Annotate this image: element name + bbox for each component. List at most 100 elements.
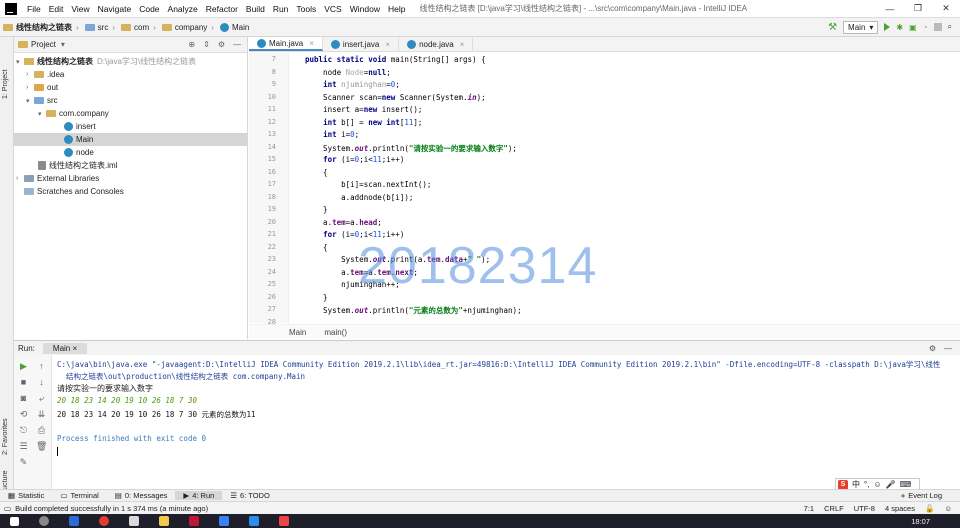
windows-start-icon[interactable] xyxy=(10,516,19,526)
menu-view[interactable]: View xyxy=(67,4,93,14)
close-tab-icon[interactable]: × xyxy=(385,40,390,49)
pin-icon[interactable]: ✎ xyxy=(18,457,29,468)
debug-icon[interactable]: ✱ xyxy=(896,23,903,32)
task-view-icon[interactable] xyxy=(69,516,79,526)
event-log-button[interactable]: ● Event Log xyxy=(893,491,960,500)
breadcrumb-class[interactable]: Main xyxy=(289,328,306,337)
lock-icon[interactable]: 🔓 xyxy=(925,504,934,513)
run-config-select[interactable]: Main ▾ xyxy=(843,20,879,34)
menu-run[interactable]: Run xyxy=(269,4,293,14)
scroll-to-end-icon[interactable]: ⇊ xyxy=(36,409,47,420)
tree-item-idea[interactable]: › .idea xyxy=(26,68,64,81)
layout-icon[interactable]: ☰ xyxy=(18,441,29,452)
microphone-icon[interactable]: 🎤 xyxy=(886,480,896,489)
tree-item-package[interactable]: ▾ com.company xyxy=(38,107,109,120)
tab-todo[interactable]: ☰ 6: TODO xyxy=(222,491,277,500)
tab-favorites[interactable]: 2: Favorites xyxy=(2,418,9,455)
tab-statistic[interactable]: ▦ Statistic xyxy=(0,491,52,500)
rerun-icon[interactable]: ▶ xyxy=(18,361,29,372)
breadcrumb-com[interactable]: com › xyxy=(118,23,159,32)
tree-item-scratches[interactable]: Scratches and Consoles xyxy=(24,185,124,198)
tab-main-java[interactable]: Main.java × xyxy=(249,37,323,51)
emoji-icon[interactable]: ☺ xyxy=(873,480,881,489)
profile-icon[interactable]: ◔ xyxy=(923,23,928,32)
up-arrow-icon[interactable]: ↑ xyxy=(36,361,47,372)
breadcrumb-src[interactable]: src › xyxy=(82,23,118,32)
tab-messages[interactable]: ▤ 0: Messages xyxy=(107,491,176,500)
project-title[interactable]: Project xyxy=(31,40,56,49)
chevron-down-icon[interactable]: ▾ xyxy=(61,40,65,49)
menu-code[interactable]: Code xyxy=(135,4,163,14)
file-explorer-icon[interactable] xyxy=(159,516,169,526)
tab-run[interactable]: ▶ 4: Run xyxy=(175,491,223,500)
app-icon[interactable] xyxy=(129,516,139,526)
search-icon[interactable] xyxy=(39,516,49,526)
menu-help[interactable]: Help xyxy=(384,4,409,14)
menu-edit[interactable]: Edit xyxy=(45,4,68,14)
line-separator[interactable]: CRLF xyxy=(824,504,844,513)
tree-item-external-libraries[interactable]: › External Libraries xyxy=(16,172,99,185)
menu-tools[interactable]: Tools xyxy=(292,4,320,14)
restore-layout-icon[interactable]: ⟲ xyxy=(18,409,29,420)
maximize-icon[interactable]: ❐ xyxy=(904,3,932,14)
caret-position[interactable]: 7:1 xyxy=(804,504,814,513)
tab-insert-java[interactable]: insert.java × xyxy=(323,37,400,51)
search-icon[interactable]: ⌕ xyxy=(948,22,952,32)
run-tab-main[interactable]: Main × xyxy=(42,342,88,354)
tab-project[interactable]: 1: Project xyxy=(2,69,9,99)
gear-icon[interactable]: ⚙ xyxy=(929,344,936,353)
print-icon[interactable]: ⎙ xyxy=(36,425,47,436)
hide-icon[interactable]: — xyxy=(233,40,241,49)
menu-build[interactable]: Build xyxy=(242,4,269,14)
keyboard-icon[interactable]: ⌨ xyxy=(900,480,912,489)
camera-icon[interactable]: ◙ xyxy=(18,393,29,404)
exit-icon[interactable]: ⎋ xyxy=(18,425,29,436)
code-editor[interactable]: Main.java × insert.java × node.java × 7 8 9… xyxy=(249,37,960,339)
app-icon[interactable] xyxy=(279,516,289,526)
menu-navigate[interactable]: Navigate xyxy=(94,4,136,14)
locate-icon[interactable]: ⊕ xyxy=(188,40,195,49)
coverage-icon[interactable]: ▣ xyxy=(909,23,917,32)
breadcrumb-main[interactable]: Main xyxy=(217,22,252,32)
file-encoding[interactable]: UTF-8 xyxy=(854,504,875,513)
minimize-icon[interactable]: — xyxy=(876,4,904,14)
tree-item-insert[interactable]: insert xyxy=(64,120,96,133)
build-hammer-icon[interactable]: ⚒ xyxy=(828,22,837,33)
down-arrow-icon[interactable]: ↓ xyxy=(36,377,47,388)
run-icon[interactable] xyxy=(884,23,891,31)
soft-wrap-icon[interactable]: ⤶ xyxy=(36,393,47,404)
close-icon[interactable]: ✕ xyxy=(932,3,960,14)
breadcrumb-project[interactable]: 线性结构之链表 › xyxy=(0,22,82,33)
tree-item-node[interactable]: node xyxy=(64,146,94,159)
collapse-icon[interactable]: ⇕ xyxy=(203,40,210,49)
hide-icon[interactable]: — xyxy=(944,344,952,353)
intellij-taskbar-icon[interactable] xyxy=(189,516,199,526)
app-icon[interactable] xyxy=(249,516,259,526)
tree-item-project-root[interactable]: ▾ 线性结构之链表 D:\java学习\线性结构之链表 xyxy=(16,55,196,68)
close-tab-icon[interactable]: × xyxy=(309,39,314,48)
tree-item-out[interactable]: › out xyxy=(26,81,58,94)
delete-icon[interactable]: 🗑 xyxy=(36,441,47,452)
punctuation-icon[interactable]: °, xyxy=(864,480,869,489)
status-message[interactable]: Build completed successfully in 1 s 374 … xyxy=(15,504,208,513)
menu-vcs[interactable]: VCS xyxy=(320,4,345,14)
tree-item-iml[interactable]: 线性结构之链表.iml xyxy=(38,159,117,172)
stop-icon[interactable]: ■ xyxy=(18,377,29,388)
indent-setting[interactable]: 4 spaces xyxy=(885,504,915,513)
system-clock[interactable]: 18:07 xyxy=(911,517,960,526)
inspector-icon[interactable]: ☺ xyxy=(944,504,952,513)
breadcrumb-method[interactable]: main() xyxy=(324,328,347,337)
menu-analyze[interactable]: Analyze xyxy=(164,4,202,14)
tree-item-src[interactable]: ▾ src xyxy=(26,94,58,107)
menu-refactor[interactable]: Refactor xyxy=(202,4,242,14)
tab-terminal[interactable]: ▭ Terminal xyxy=(52,491,106,500)
tree-item-main[interactable]: Main xyxy=(14,133,247,146)
netease-music-icon[interactable] xyxy=(99,516,109,526)
breadcrumb-company[interactable]: company › xyxy=(159,23,217,32)
gear-icon[interactable]: ⚙ xyxy=(218,40,225,49)
status-panel-icon[interactable]: ▭ xyxy=(0,504,15,513)
stop-icon[interactable] xyxy=(933,23,942,31)
menu-file[interactable]: File xyxy=(23,4,45,14)
menu-window[interactable]: Window xyxy=(346,4,384,14)
tab-node-java[interactable]: node.java × xyxy=(399,37,474,51)
